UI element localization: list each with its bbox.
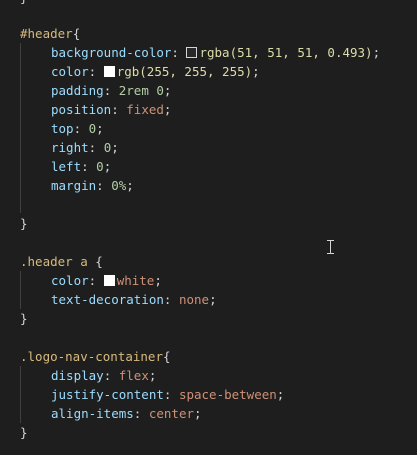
property-name: left bbox=[51, 159, 82, 174]
property-name: margin bbox=[51, 178, 97, 193]
selector-line: .logo-nav-container{ bbox=[20, 347, 171, 366]
color-swatch[interactable] bbox=[103, 275, 115, 286]
property-value: rgba(51, 51, 51, 0.493) bbox=[199, 45, 373, 60]
previous-block-brace: } bbox=[20, 0, 28, 4]
property-name: position bbox=[51, 102, 112, 117]
property-name: color bbox=[51, 64, 89, 79]
property-value: rgb(255, 255, 255) bbox=[116, 64, 253, 79]
property-name: color bbox=[51, 273, 89, 288]
declaration-line: right: 0; bbox=[51, 140, 119, 155]
declaration-line: position: fixed; bbox=[51, 102, 172, 117]
selector: .logo-nav-container bbox=[20, 349, 163, 364]
property-value: center bbox=[148, 406, 195, 421]
declaration-line: background-color: rgba(51, 51, 51, 0.493… bbox=[51, 45, 381, 60]
declaration-line: top: 0; bbox=[51, 121, 104, 136]
selector-line: .header a { bbox=[20, 252, 103, 271]
property-name: top bbox=[51, 121, 74, 136]
property-value: none bbox=[178, 292, 210, 307]
open-brace: { bbox=[163, 349, 171, 364]
property-name: justify-content bbox=[51, 387, 164, 402]
property-value: 0 bbox=[96, 159, 104, 174]
property-name: text-decoration bbox=[51, 292, 164, 307]
property-value: fixed bbox=[126, 102, 164, 117]
declaration-line: margin: 0%; bbox=[51, 178, 134, 193]
selector-line: #header{ bbox=[20, 24, 80, 43]
declaration-line: justify-content: space-between; bbox=[51, 387, 285, 402]
text-cursor-icon bbox=[326, 239, 336, 255]
property-value: 2rem bbox=[118, 83, 149, 98]
declaration-line: display: flex; bbox=[51, 368, 157, 383]
property-value: 0 bbox=[148, 83, 164, 98]
close-brace: } bbox=[20, 216, 28, 231]
selector: #header bbox=[20, 26, 73, 41]
selector: .header a bbox=[20, 254, 88, 269]
declaration-line: padding: 2rem 0; bbox=[51, 83, 172, 98]
indent-guide bbox=[20, 366, 21, 423]
indent-guide bbox=[20, 43, 21, 213]
declaration-line: color: white; bbox=[51, 273, 162, 288]
property-name: padding bbox=[51, 83, 104, 98]
property-name: align-items bbox=[51, 406, 134, 421]
color-swatch[interactable] bbox=[103, 66, 115, 77]
property-value: flex bbox=[118, 368, 149, 383]
indent-guide bbox=[20, 271, 21, 309]
property-value: 0% bbox=[111, 178, 127, 193]
open-brace: { bbox=[87, 254, 103, 269]
code-editor[interactable]: } #header{ background-color: rgba(51, 51… bbox=[0, 0, 417, 455]
close-brace: } bbox=[20, 311, 28, 326]
property-name: background-color bbox=[51, 45, 172, 60]
property-value: white bbox=[116, 273, 155, 288]
close-brace: } bbox=[20, 425, 28, 440]
property-value: space-between bbox=[178, 387, 277, 402]
color-swatch[interactable] bbox=[186, 47, 198, 58]
open-brace: { bbox=[72, 26, 81, 41]
property-name: right bbox=[51, 140, 89, 155]
property-name: display bbox=[51, 368, 104, 383]
declaration-line: align-items: center; bbox=[51, 406, 202, 421]
declaration-line: text-decoration: none; bbox=[51, 292, 217, 307]
declaration-line: color: rgb(255, 255, 255); bbox=[51, 64, 260, 79]
declaration-line: left: 0; bbox=[51, 159, 112, 174]
